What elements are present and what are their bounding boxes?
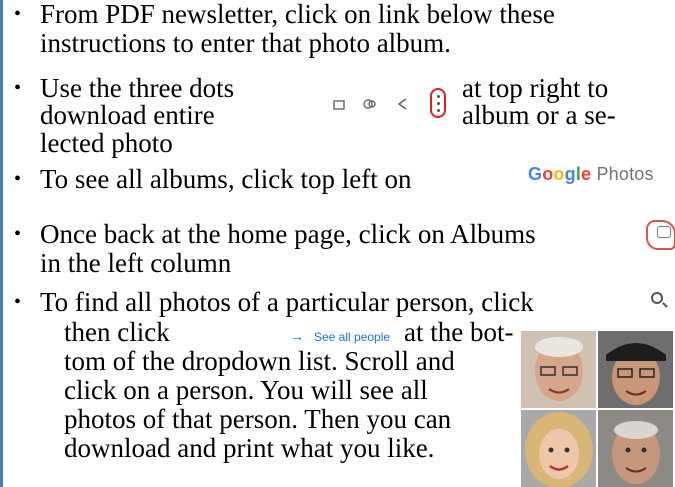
people-photo-grid: [521, 331, 673, 487]
bullet-2-line-3: lected photo: [40, 128, 173, 158]
search-icon[interactable]: [651, 292, 663, 304]
bullet-4-line-1: Once back at the home page, click on Alb…: [40, 219, 536, 249]
bullet-2-line-1-right: at top right to: [462, 73, 609, 103]
bullet-3-text: To see all albums, click top left on: [40, 164, 412, 194]
bullet-4-dot: •: [14, 223, 22, 245]
bullet-5-line-5: photos of that person. Then you can: [64, 404, 452, 434]
see-all-people-link[interactable]: → See all people: [290, 328, 390, 344]
bullet-5-line-2-left: then click: [64, 317, 170, 347]
bullet-5-line-6: download and print what you like.: [64, 433, 435, 463]
bullet-2-line-1-left: Use the three dots: [40, 73, 235, 103]
bullet-5-line-3: tom of the dropdown list. Scroll and: [64, 346, 455, 376]
albums-icon[interactable]: [646, 220, 675, 250]
arrow-right-icon: →: [290, 328, 304, 344]
page-left-border: [0, 0, 3, 487]
bullet-2-line-2-left: download entire: [40, 100, 215, 130]
bullet-5-line-4: click on a person. You will see all: [64, 375, 428, 405]
bullet-5-dot: •: [14, 291, 22, 313]
see-all-people-label: See all people: [314, 330, 391, 344]
bullet-1-dot: •: [14, 3, 22, 25]
google-photos-logo-photos: Photos: [596, 164, 654, 184]
bullet-3-dot: •: [14, 168, 22, 190]
bullet-5-line-1: To find all photos of a particular perso…: [40, 287, 534, 317]
person-photo-3[interactable]: [521, 410, 596, 487]
bullet-2-line-2-right: album or a se-: [462, 100, 616, 130]
bullet-4-line-2: in the left column: [40, 248, 232, 278]
bullet-5-line-2-right: at the bot-: [404, 317, 514, 347]
bullet-2-dot: •: [14, 77, 22, 99]
more-vert-icon[interactable]: [430, 88, 446, 118]
link-icon[interactable]: [362, 97, 378, 111]
person-photo-2[interactable]: [598, 331, 673, 408]
person-photo-1[interactable]: [521, 331, 596, 408]
google-photos-logo[interactable]: Google Photos: [528, 164, 654, 185]
bullet-1-line-2: instructions to enter that photo album.: [40, 28, 451, 58]
person-photo-4[interactable]: [598, 410, 673, 487]
bullet-1-line-1: From PDF newsletter, click on link below…: [40, 0, 555, 29]
bookmark-icon[interactable]: [332, 98, 346, 112]
share-icon[interactable]: [396, 97, 408, 111]
